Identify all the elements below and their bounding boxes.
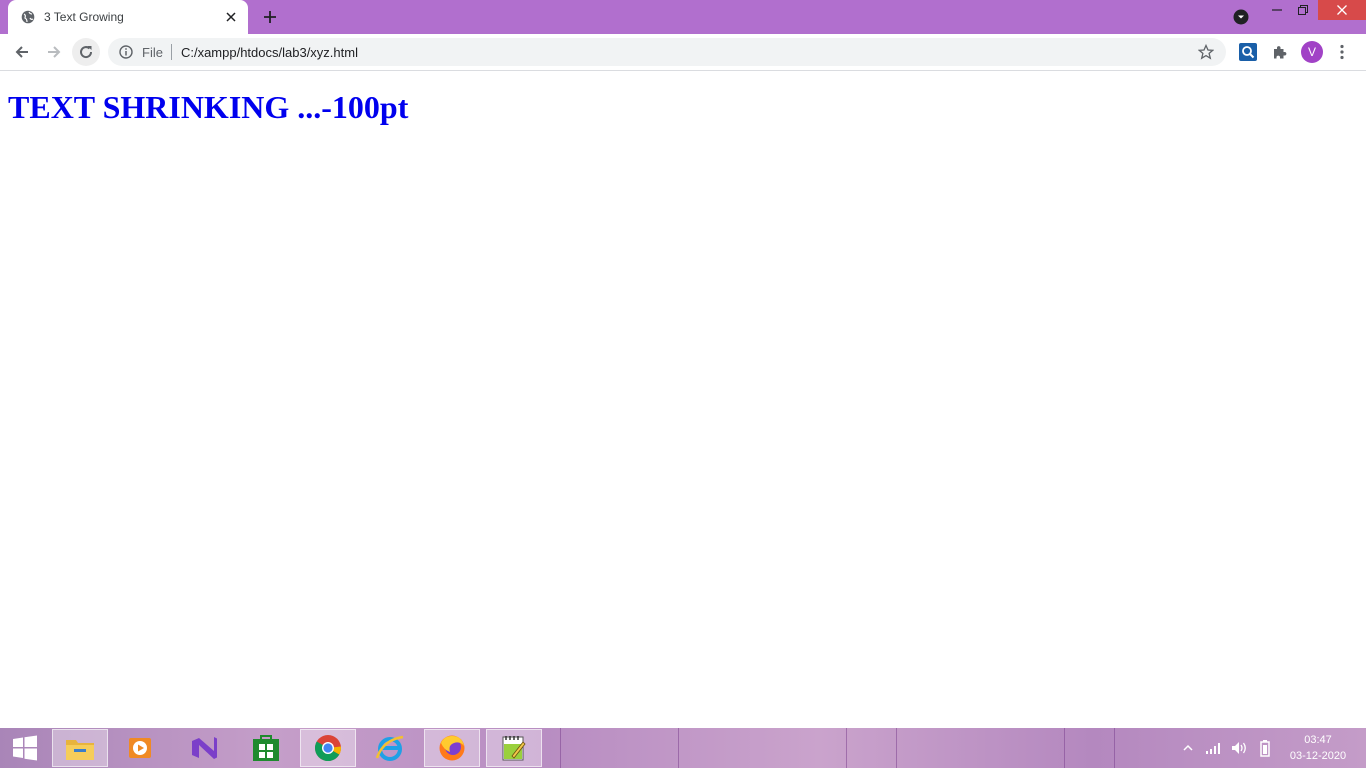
close-tab-icon[interactable] — [222, 8, 240, 26]
reload-button[interactable] — [72, 38, 100, 66]
tab-strip: 3 Text Growing — [0, 0, 1366, 34]
media-player-icon[interactable] — [112, 729, 168, 767]
notepad-plus-icon[interactable] — [486, 729, 542, 767]
globe-icon — [21, 10, 35, 24]
tab-search-icon[interactable] — [1232, 8, 1250, 26]
url-text[interactable]: C:/xampp/htdocs/lab3/xyz.html — [181, 45, 358, 60]
close-window-button[interactable] — [1318, 0, 1366, 20]
page-content: TEXT SHRINKING ...-100pt — [0, 71, 1366, 728]
info-icon[interactable] — [119, 45, 133, 59]
visual-studio-icon[interactable] — [176, 729, 232, 767]
chrome-icon[interactable] — [300, 729, 356, 767]
taskbar: 03:47 03-12-2020 — [0, 728, 1366, 768]
volume-icon[interactable] — [1230, 728, 1248, 768]
battery-icon[interactable] — [1258, 728, 1272, 768]
tab-title: 3 Text Growing — [44, 10, 124, 24]
tab-active[interactable]: 3 Text Growing — [8, 0, 248, 34]
address-bar[interactable]: File C:/xampp/htdocs/lab3/xyz.html — [108, 38, 1226, 66]
profile-avatar[interactable]: V — [1301, 41, 1323, 63]
firefox-icon[interactable] — [424, 729, 480, 767]
kebab-menu-icon[interactable] — [1334, 42, 1350, 62]
extensions-puzzle-icon[interactable] — [1270, 42, 1290, 62]
clock-time: 03:47 — [1304, 734, 1332, 746]
new-tab-button[interactable] — [258, 5, 282, 29]
scheme-label: File — [142, 44, 163, 60]
network-icon[interactable] — [1205, 728, 1223, 768]
show-hidden-icons-icon[interactable] — [1182, 728, 1194, 768]
system-clock[interactable]: 03:47 03-12-2020 — [1282, 732, 1354, 764]
wallpaper-divider — [896, 728, 1007, 768]
internet-explorer-icon[interactable] — [362, 729, 418, 767]
store-icon[interactable] — [238, 729, 294, 767]
browser-window: 3 Text Growing File C:/xampp/htdocs/lab3… — [0, 0, 1366, 728]
search-extension-icon[interactable] — [1238, 42, 1258, 62]
forward-button[interactable] — [40, 38, 68, 66]
wallpaper-divider — [678, 728, 789, 768]
wallpaper-divider — [560, 728, 671, 768]
back-button[interactable] — [8, 38, 36, 66]
page-heading: TEXT SHRINKING ...-100pt — [8, 89, 409, 125]
scheme-separator — [170, 44, 172, 60]
start-icon[interactable] — [0, 729, 50, 767]
bookmark-star-icon[interactable] — [1198, 44, 1214, 60]
clock-date: 03-12-2020 — [1289, 750, 1347, 762]
browser-toolbar: File C:/xampp/htdocs/lab3/xyz.html V — [0, 34, 1366, 71]
file-explorer-icon[interactable] — [52, 729, 108, 767]
